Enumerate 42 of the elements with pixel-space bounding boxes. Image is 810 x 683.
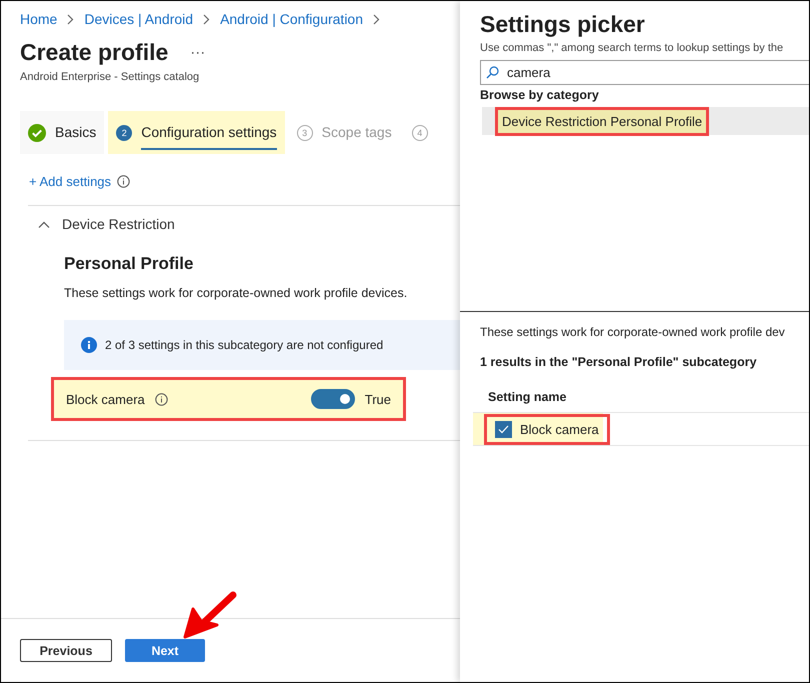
info-icon (154, 392, 168, 406)
chevron-icon (373, 14, 380, 24)
info-icon (117, 175, 130, 188)
chevron-icon (203, 14, 210, 24)
wizard-step[interactable]: Basics (20, 111, 104, 154)
step-number: 2 (116, 124, 132, 140)
setting-label: Block camera (66, 392, 145, 406)
search-icon (486, 66, 499, 79)
checkmark-icon (498, 424, 509, 434)
setting-value: True (364, 392, 391, 406)
subcategory-description: These settings work for corporate-owned work profile devices. (63, 285, 408, 300)
page-subtitle: Android Enterprise - Settings catalog (19, 70, 200, 83)
column-header: Setting name (487, 389, 568, 406)
previous-button[interactable]: Previous (20, 639, 112, 662)
search-hint: Use commas "," among search terms to lookup settings by the (480, 41, 784, 54)
section-title: Device Restriction (62, 216, 175, 232)
more-button[interactable]: ··· (190, 44, 206, 61)
breadcrumb-link[interactable]: Devices | Android (84, 11, 194, 27)
step-number: 3 (296, 124, 313, 140)
next-button[interactable]: Next (125, 639, 205, 662)
subcategory-title: Personal Profile (63, 253, 194, 274)
checkbox[interactable] (495, 420, 512, 438)
info-text: 2 of 3 settings in this subcategory are not configured (105, 338, 384, 352)
results-count: 1 results in the "Personal Profile" subcategory (480, 354, 758, 369)
chevron-icon[interactable] (38, 220, 50, 228)
category-row[interactable]: Device Restriction Personal Profile (482, 107, 809, 135)
check-circle-icon (28, 124, 46, 142)
wizard-step[interactable]: 2 Configuration settings (108, 111, 285, 154)
setting-checkbox[interactable]: Block camera (484, 414, 610, 444)
toggle-switch[interactable] (310, 389, 355, 409)
add-settings-link[interactable]: + Add settings (29, 174, 112, 189)
section-label: Browse by category (480, 87, 600, 102)
page-title: Create profile (20, 39, 168, 66)
category-description: These settings work for corporate-owned work profile dev (480, 324, 786, 339)
breadcrumb-link[interactable]: Home (20, 11, 58, 27)
breadcrumb-link[interactable]: Android | Configuration (220, 11, 364, 27)
panel-title: Settings picker (480, 10, 646, 38)
info-icon (81, 337, 97, 353)
step-number: 4 (412, 124, 428, 140)
search-field[interactable]: camera (480, 60, 809, 85)
category-item[interactable]: Device Restriction Personal Profile (498, 110, 706, 132)
chevron-icon (67, 14, 74, 24)
